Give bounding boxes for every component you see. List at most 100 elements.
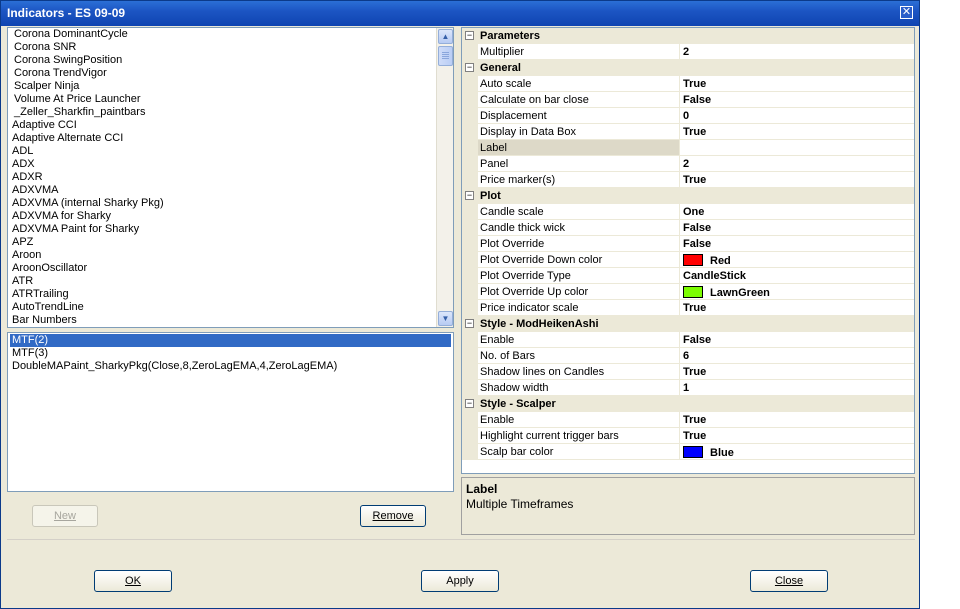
- property-category-row[interactable]: − Plot: [462, 188, 914, 204]
- property-value[interactable]: Blue: [683, 446, 734, 459]
- applied-indicator-item[interactable]: DoubleMAPaint_SharkyPkg(Close,8,ZeroLagE…: [10, 360, 337, 373]
- properties-grid[interactable]: − Parameters Multiplier 2− General Auto scale…: [461, 27, 915, 474]
- column-divider: [679, 236, 680, 252]
- indicator-list-item[interactable]: _Zeller_Sharkfin_paintbars: [14, 106, 145, 119]
- property-value[interactable]: Red: [683, 254, 731, 267]
- indicator-list-item[interactable]: ADL: [12, 145, 33, 158]
- property-row[interactable]: Price marker(s) True: [462, 172, 914, 188]
- indicator-list-item[interactable]: Corona DominantCycle: [14, 28, 128, 41]
- indicator-list-item[interactable]: ADXR: [12, 171, 43, 184]
- available-list-scrollbar[interactable]: ▲ ▼: [436, 28, 453, 327]
- row-gutter: [462, 140, 478, 156]
- property-row[interactable]: Calculate on bar close False: [462, 92, 914, 108]
- row-gutter: [462, 108, 478, 124]
- property-value[interactable]: CandleStick: [683, 270, 746, 282]
- collapse-icon[interactable]: −: [465, 31, 474, 40]
- property-value[interactable]: True: [683, 78, 706, 90]
- indicator-list-item[interactable]: AroonOscillator: [12, 262, 87, 275]
- property-row[interactable]: Multiplier 2: [462, 44, 914, 60]
- new-button[interactable]: New: [32, 505, 98, 527]
- property-category-row[interactable]: − Style - ModHeikenAshi: [462, 316, 914, 332]
- applied-indicators-list[interactable]: MTF(2) MTF(3) DoubleMAPaint_SharkyPkg(Clos…: [7, 332, 454, 492]
- indicator-list-item[interactable]: Aroon: [12, 249, 41, 262]
- property-value[interactable]: 6: [683, 350, 689, 362]
- available-indicators-list[interactable]: Corona DominantCycle Corona SNR Corona Swi…: [7, 27, 454, 328]
- property-row[interactable]: Display in Data Box True: [462, 124, 914, 140]
- applied-indicator-item[interactable]: MTF(3): [10, 347, 48, 360]
- column-divider: [679, 204, 680, 220]
- applied-indicator-item[interactable]: MTF(2): [10, 334, 451, 347]
- collapse-icon[interactable]: −: [465, 319, 474, 328]
- indicator-list-item[interactable]: Bar Numbers: [12, 314, 77, 327]
- indicator-list-item[interactable]: Adaptive CCI: [12, 119, 77, 132]
- property-row[interactable]: Plot Override Down color Red: [462, 252, 914, 268]
- property-row[interactable]: Plot Override False: [462, 236, 914, 252]
- row-gutter: [462, 172, 478, 188]
- apply-button[interactable]: Apply: [421, 570, 499, 592]
- property-value[interactable]: 0: [683, 110, 689, 122]
- property-row[interactable]: No. of Bars 6: [462, 348, 914, 364]
- property-row[interactable]: Auto scale True: [462, 76, 914, 92]
- scroll-down-icon[interactable]: ▼: [438, 311, 453, 326]
- indicator-list-item[interactable]: Corona TrendVigor: [14, 67, 107, 80]
- property-row[interactable]: Enable False: [462, 332, 914, 348]
- property-row[interactable]: Enable True: [462, 412, 914, 428]
- property-value[interactable]: False: [683, 238, 711, 250]
- column-divider: [679, 364, 680, 380]
- collapse-icon[interactable]: −: [465, 191, 474, 200]
- indicator-list-item[interactable]: AutoTrendLine: [12, 301, 84, 314]
- indicator-list-item[interactable]: ATRTrailing: [12, 288, 69, 301]
- property-value[interactable]: True: [683, 366, 706, 378]
- remove-button[interactable]: Remove: [360, 505, 426, 527]
- property-row[interactable]: Plot Override Up color LawnGreen: [462, 284, 914, 300]
- property-row[interactable]: Label: [462, 140, 914, 156]
- property-row[interactable]: Price indicator scale True: [462, 300, 914, 316]
- property-row[interactable]: Candle scale One: [462, 204, 914, 220]
- close-button[interactable]: Close: [750, 570, 828, 592]
- indicator-list-item[interactable]: Volume At Price Launcher: [14, 93, 141, 106]
- indicator-list-item[interactable]: Scalper Ninja: [14, 80, 79, 93]
- indicator-list-item[interactable]: ATR: [12, 275, 33, 288]
- property-value[interactable]: True: [683, 302, 706, 314]
- property-value[interactable]: False: [683, 94, 711, 106]
- indicator-list-item[interactable]: APZ: [12, 236, 33, 249]
- collapse-icon[interactable]: −: [465, 399, 474, 408]
- property-row[interactable]: Shadow lines on Candles True: [462, 364, 914, 380]
- property-row[interactable]: Plot Override Type CandleStick: [462, 268, 914, 284]
- property-value[interactable]: 1: [683, 382, 689, 394]
- property-value[interactable]: True: [683, 414, 706, 426]
- property-category-row[interactable]: − Parameters: [462, 28, 914, 44]
- indicator-list-item[interactable]: ADXVMA for Sharky: [12, 210, 111, 223]
- indicator-list-item[interactable]: ADX: [12, 158, 35, 171]
- property-row[interactable]: Panel 2: [462, 156, 914, 172]
- indicator-list-item[interactable]: Corona SNR: [14, 41, 76, 54]
- property-row[interactable]: Displacement 0: [462, 108, 914, 124]
- property-value[interactable]: 2: [683, 46, 689, 58]
- property-value[interactable]: True: [683, 430, 706, 442]
- property-row[interactable]: Candle thick wick False: [462, 220, 914, 236]
- scrollbar-thumb[interactable]: [438, 46, 453, 66]
- window-title: Indicators - ES 09-09: [7, 6, 126, 20]
- property-category-row[interactable]: − Style - Scalper: [462, 396, 914, 412]
- indicator-list-item[interactable]: Corona SwingPosition: [14, 54, 122, 67]
- collapse-icon[interactable]: −: [465, 63, 474, 72]
- close-icon[interactable]: ✕: [900, 6, 913, 19]
- property-category-row[interactable]: − General: [462, 60, 914, 76]
- property-value[interactable]: True: [683, 174, 706, 186]
- indicator-list-item[interactable]: Adaptive Alternate CCI: [12, 132, 123, 145]
- indicator-list-item[interactable]: ADXVMA Paint for Sharky: [12, 223, 139, 236]
- property-value[interactable]: LawnGreen: [683, 286, 770, 299]
- property-value[interactable]: One: [683, 206, 704, 218]
- indicator-list-item[interactable]: ADXVMA (internal Sharky Pkg): [12, 197, 164, 210]
- property-value[interactable]: False: [683, 222, 711, 234]
- property-row[interactable]: Highlight current trigger bars True: [462, 428, 914, 444]
- property-value[interactable]: True: [683, 126, 706, 138]
- property-row[interactable]: Scalp bar color Blue: [462, 444, 914, 460]
- scroll-up-icon[interactable]: ▲: [438, 29, 453, 44]
- property-value[interactable]: 2: [683, 158, 689, 170]
- property-row[interactable]: Shadow width 1: [462, 380, 914, 396]
- row-gutter: [462, 156, 478, 172]
- ok-button[interactable]: OK: [94, 570, 172, 592]
- indicator-list-item[interactable]: ADXVMA: [12, 184, 58, 197]
- property-value[interactable]: False: [683, 334, 711, 346]
